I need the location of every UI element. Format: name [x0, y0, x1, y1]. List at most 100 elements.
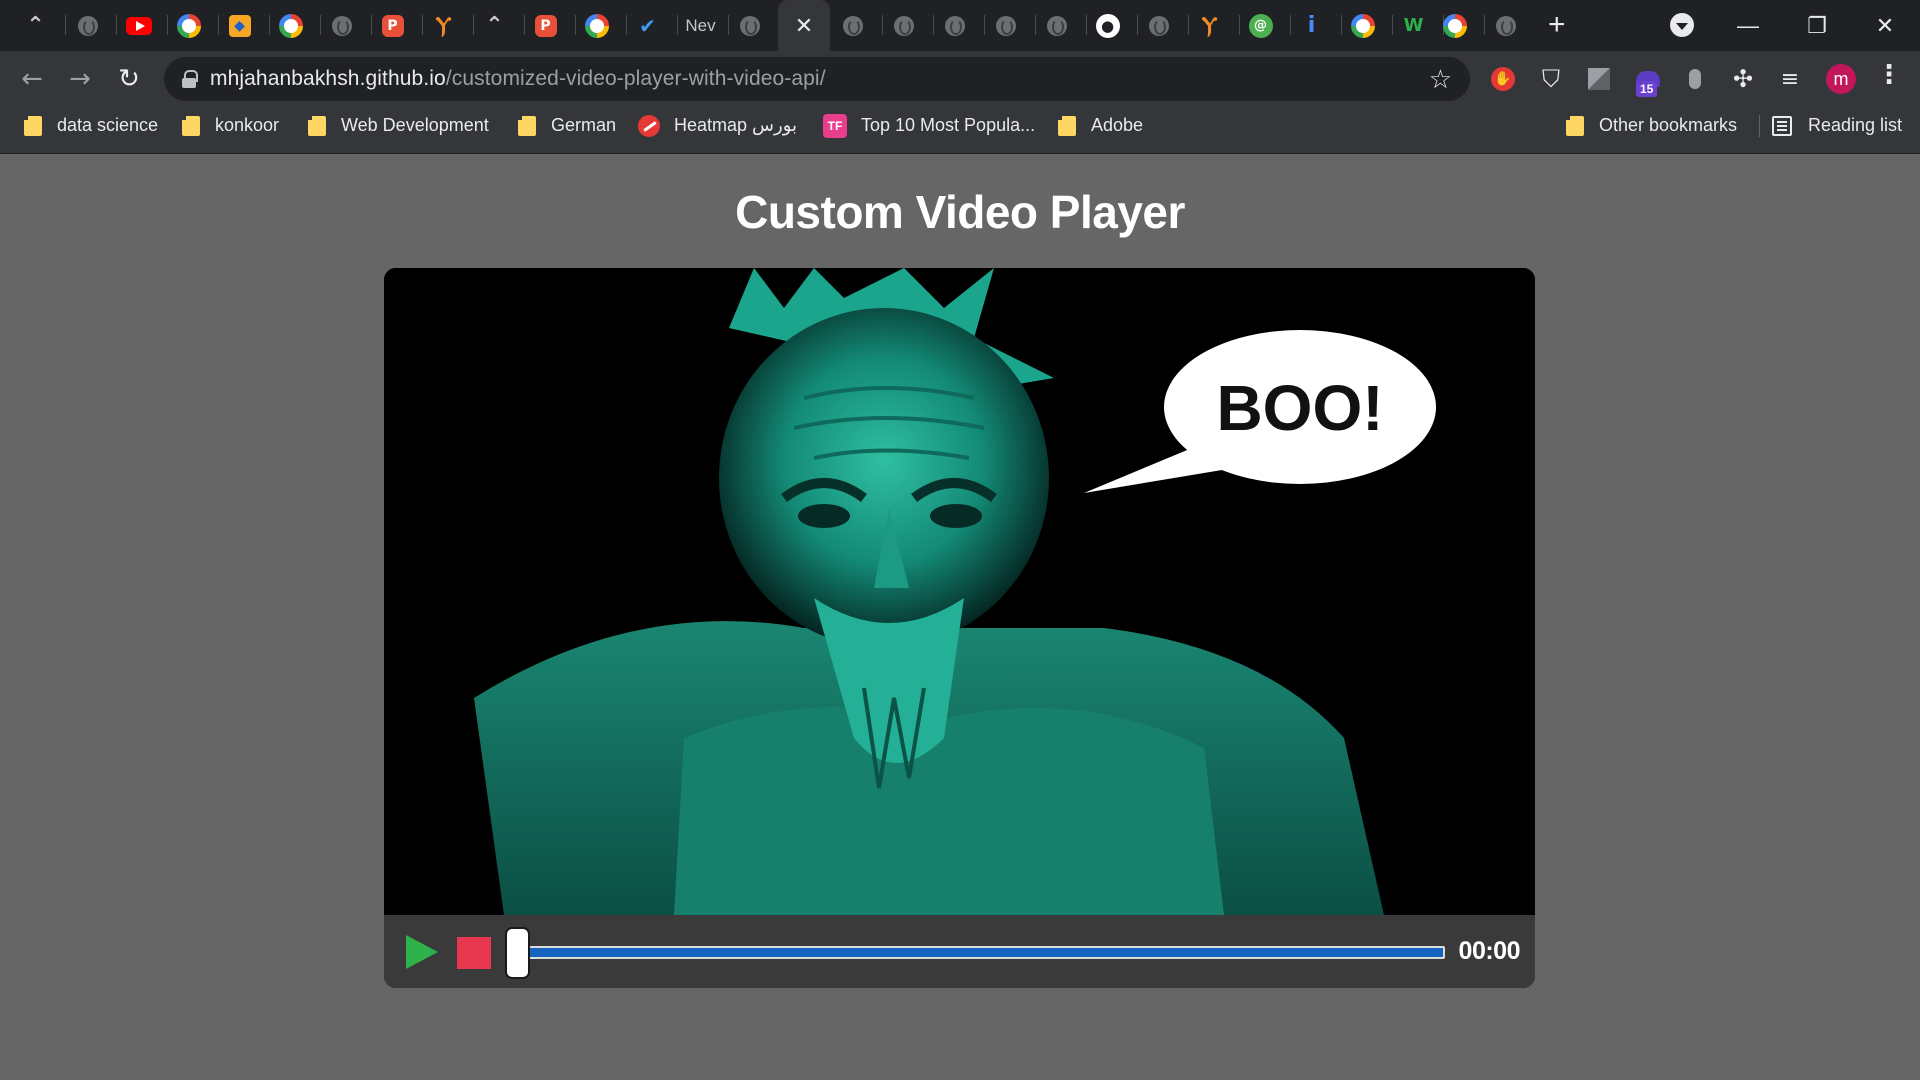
other-bookmarks[interactable]: Other bookmarks	[1566, 107, 1737, 144]
bookmark-top-10[interactable]: TF Top 10 Most Popula...	[823, 107, 1035, 144]
tab-7[interactable]	[316, 0, 367, 51]
page-content: Custom Video Player BOO! 00:00	[0, 155, 1920, 1080]
stop-button[interactable]	[457, 937, 491, 969]
github-icon: ●	[1095, 13, 1120, 38]
browser-toolbar: ← → ↻ mhjahanbakhsh.github.io/customized…	[0, 51, 1920, 107]
heatmap-icon	[638, 114, 660, 137]
restore-button[interactable]: ❐	[1787, 0, 1847, 51]
tab-6[interactable]	[265, 0, 316, 51]
tab-14[interactable]: Nev	[673, 0, 724, 51]
ext-adblock[interactable]: ✋	[1488, 64, 1518, 94]
tab-29[interactable]	[1429, 0, 1480, 51]
ext-square[interactable]	[1584, 64, 1614, 94]
bookmark-heatmap[interactable]: Heatmap بورس	[638, 107, 797, 144]
tab-13[interactable]: ✔	[622, 0, 673, 51]
bookmark-label: data science	[57, 115, 159, 135]
arch-icon: ⌃	[26, 13, 45, 38]
media-queue-icon: ≡	[1780, 66, 1800, 92]
globe-icon	[995, 15, 1016, 36]
play-button[interactable]	[406, 935, 438, 969]
new-tab-button[interactable]: +	[1548, 8, 1566, 42]
tab-search-icon[interactable]	[1670, 13, 1694, 37]
back-button[interactable]: ←	[16, 63, 48, 95]
bookmark-label: Reading list	[1808, 115, 1903, 135]
speech-bubble-text: BOO!	[1216, 372, 1383, 444]
tab-10[interactable]: ⌃	[469, 0, 520, 51]
reload-button[interactable]: ↻	[113, 63, 145, 95]
video-controls: 00:00	[384, 915, 1535, 988]
bookmarks-bar: data science konkoor Web Development Ger…	[0, 107, 1920, 154]
info-icon: i	[1307, 13, 1316, 38]
bookmark-data-science[interactable]: data science	[24, 107, 158, 144]
puzzle-icon: ✣	[1732, 65, 1754, 93]
ext-mouse[interactable]	[1680, 64, 1710, 94]
bookmark-web-development[interactable]: Web Development	[308, 107, 489, 144]
address-bar[interactable]: mhjahanbakhsh.github.io/customized-video…	[164, 57, 1470, 101]
bookmark-star-icon[interactable]: ☆	[1429, 65, 1452, 95]
tab-24[interactable]: Ⲩ	[1184, 0, 1235, 51]
tab-22[interactable]: ●	[1082, 0, 1133, 51]
tab-5[interactable]: ◆	[214, 0, 265, 51]
tab-3[interactable]	[113, 0, 164, 51]
folder-icon	[182, 115, 200, 136]
globe-icon	[1148, 15, 1169, 36]
video-frame[interactable]: BOO!	[384, 268, 1535, 915]
tab-4[interactable]	[163, 0, 214, 51]
bookmark-label: Other bookmarks	[1599, 115, 1738, 135]
media-control-button[interactable]: ≡	[1775, 64, 1805, 94]
bookmark-konkoor[interactable]: konkoor	[182, 107, 279, 144]
folder-icon	[518, 115, 536, 136]
tab-active[interactable]: ✕	[778, 0, 830, 51]
ext-shield[interactable]: ⛉	[1536, 64, 1566, 94]
tab-20[interactable]	[980, 0, 1031, 51]
page-title: Custom Video Player	[735, 186, 1185, 238]
tab-11[interactable]: P	[520, 0, 571, 51]
google-icon	[176, 13, 201, 38]
tab-title: Nev	[685, 15, 716, 35]
tab-30[interactable]	[1480, 0, 1531, 51]
tab-26[interactable]: i	[1286, 0, 1337, 51]
tab-27[interactable]	[1337, 0, 1388, 51]
tab-19[interactable]	[929, 0, 980, 51]
menu-icon[interactable]: ⋮	[1876, 60, 1902, 90]
shield-icon: ⛉	[1542, 65, 1560, 93]
folder-icon	[1058, 115, 1076, 136]
url-text[interactable]: mhjahanbakhsh.github.io/customized-video…	[210, 67, 826, 91]
hand-stop-icon: ✋	[1491, 67, 1515, 91]
bookmark-label: German	[551, 115, 617, 135]
tab-strip: ⌃ ◆ P Ⲩ ⌃ P ✔ Nev ✕ ● Ⲩ @ i W + — ❐ ✕	[0, 0, 1920, 51]
minimize-button[interactable]: —	[1718, 0, 1778, 51]
progress-slider-thumb[interactable]	[505, 927, 530, 979]
green-circle-icon: @	[1248, 13, 1273, 38]
tab-1[interactable]: ⌃	[10, 0, 61, 51]
tab-9[interactable]: Ⲩ	[418, 0, 469, 51]
forward-button[interactable]: →	[64, 63, 96, 95]
video-player: BOO! 00:00	[384, 268, 1535, 988]
tab-12[interactable]	[571, 0, 622, 51]
bookmark-adobe[interactable]: Adobe	[1058, 107, 1143, 144]
tab-21[interactable]	[1031, 0, 1082, 51]
bookmark-german[interactable]: German	[518, 107, 616, 144]
tab-2[interactable]	[62, 0, 113, 51]
window-close-button[interactable]: ✕	[1855, 0, 1915, 51]
progress-bar[interactable]	[510, 946, 1445, 959]
tab-18[interactable]	[878, 0, 929, 51]
profile-avatar[interactable]: m	[1826, 64, 1856, 94]
reading-list[interactable]: Reading list	[1772, 107, 1902, 144]
tab-25[interactable]: @	[1235, 0, 1286, 51]
folder-icon	[308, 115, 326, 136]
tab-15[interactable]	[724, 0, 775, 51]
globe-icon	[842, 15, 863, 36]
close-icon[interactable]: ✕	[795, 13, 813, 39]
fire-icon: Ⲩ	[1201, 13, 1218, 38]
tab-8[interactable]: P	[367, 0, 418, 51]
tab-23[interactable]	[1133, 0, 1184, 51]
tab-17[interactable]	[827, 0, 878, 51]
globe-icon	[739, 15, 760, 36]
p-icon: P	[534, 14, 557, 37]
bookmarks-divider	[1759, 115, 1760, 137]
video-still: BOO!	[384, 268, 1535, 915]
extensions-button[interactable]: ✣	[1728, 64, 1758, 94]
lock-icon[interactable]	[182, 70, 198, 88]
bird-icon: ✔	[639, 13, 656, 38]
